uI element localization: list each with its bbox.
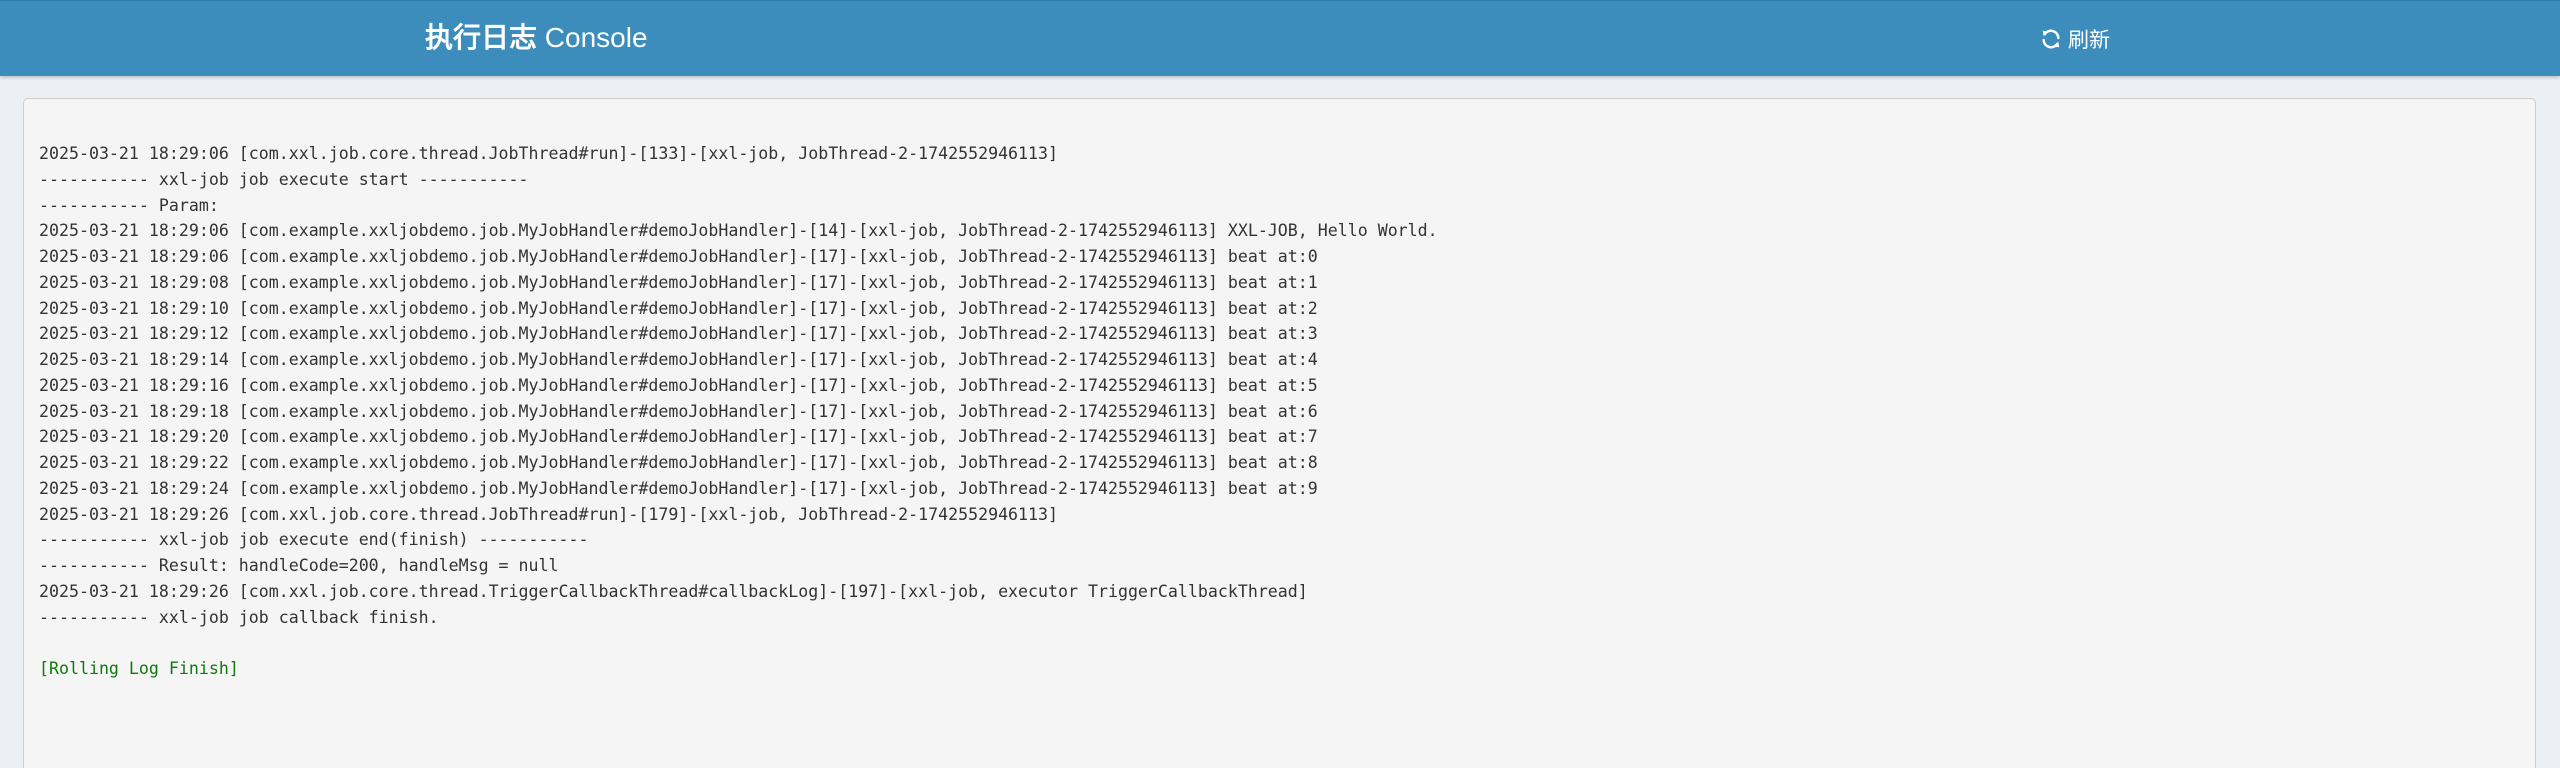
refresh-icon: [2040, 28, 2062, 50]
page-title: 执行日志 Console: [425, 20, 648, 56]
page-title-suffix: Console: [537, 22, 648, 53]
log-line: ----------- xxl-job job callback finish.: [39, 607, 439, 627]
refresh-label: 刷新: [2068, 29, 2110, 52]
log-line: 2025-03-21 18:29:10 [com.example.xxljobd…: [39, 298, 1318, 318]
log-line: 2025-03-21 18:29:14 [com.example.xxljobd…: [39, 350, 1318, 369]
log-line: 2025-03-21 18:29:16 [com.example.xxljobd…: [39, 375, 1318, 395]
page-title-main: 执行日志: [425, 21, 538, 54]
log-line: ----------- Param:: [39, 195, 219, 215]
log-finish-line: [Rolling Log Finish]: [39, 659, 239, 678]
log-line: 2025-03-21 18:29:06 [com.xxl.job.core.th…: [39, 144, 1059, 163]
log-line: 2025-03-21 18:29:26 [com.xxl.job.core.th…: [39, 504, 1059, 524]
log-line: ----------- Result: handleCode=200, hand…: [39, 556, 559, 575]
log-line: 2025-03-21 18:29:06 [com.example.xxljobd…: [39, 247, 1318, 266]
log-line: 2025-03-21 18:29:24 [com.example.xxljobd…: [39, 478, 1318, 498]
log-blank-line: [39, 630, 2525, 656]
log-line: 2025-03-21 18:29:12 [com.example.xxljobd…: [39, 324, 1318, 344]
log-line: 2025-03-21 18:29:06 [com.example.xxljobd…: [39, 221, 1438, 241]
log-line: 2025-03-21 18:29:26 [com.xxl.job.core.th…: [39, 581, 1308, 601]
log-console-panel[interactable]: 2025-03-21 18:29:06 [com.xxl.job.core.th…: [23, 98, 2536, 768]
log-line: 2025-03-21 18:29:08 [com.example.xxljobd…: [39, 272, 1318, 292]
log-line: 2025-03-21 18:29:18 [com.example.xxljobd…: [39, 401, 1318, 421]
app-header: 执行日志 Console 刷新: [0, 0, 2560, 76]
refresh-button[interactable]: 刷新: [2040, 23, 2110, 55]
log-line: 2025-03-21 18:29:22 [com.example.xxljobd…: [39, 453, 1318, 472]
log-line: ----------- xxl-job job execute start --…: [39, 169, 529, 189]
log-line: ----------- xxl-job job execute end(fini…: [39, 530, 589, 550]
log-line: 2025-03-21 18:29:20 [com.example.xxljobd…: [39, 427, 1318, 447]
log-console[interactable]: 2025-03-21 18:29:06 [com.xxl.job.core.th…: [39, 141, 2525, 682]
